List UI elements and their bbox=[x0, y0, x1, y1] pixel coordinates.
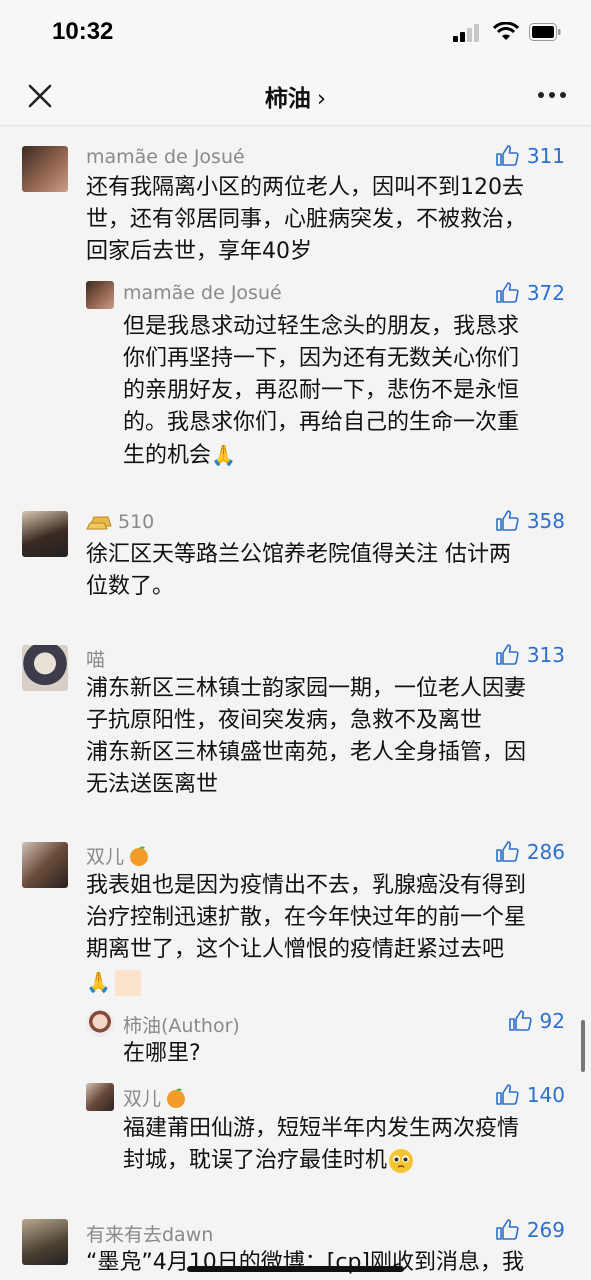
page-title-text: 柿油 bbox=[264, 86, 311, 112]
scrollbar[interactable] bbox=[581, 1020, 585, 1072]
like-button[interactable]: 372 bbox=[495, 281, 565, 305]
comment-line: 徐汇区天等路兰公馆养老院值得关注 估计两 bbox=[86, 542, 511, 567]
like-count: 372 bbox=[526, 281, 565, 305]
comment-line: 封城，耽误了治疗最佳时机 bbox=[123, 1145, 519, 1177]
status-bar: 10:32 bbox=[0, 0, 591, 64]
like-count: 269 bbox=[526, 1218, 565, 1242]
page-title[interactable]: 柿油 › bbox=[0, 79, 591, 113]
comment-line: 的亲朋好友，再忍耐一下，悲伤不是永恒 bbox=[123, 378, 520, 403]
avatar[interactable] bbox=[86, 1009, 114, 1037]
avatar[interactable] bbox=[86, 281, 114, 309]
comment-text: 我表姐也是因为疫情出不去，乳腺癌没有得到 治疗控制迅速扩散，在今年快过年的前一个… bbox=[86, 870, 526, 999]
comment-username-text: 双儿 bbox=[86, 846, 125, 868]
thumb-up-icon bbox=[496, 282, 519, 303]
thumb-up-icon bbox=[496, 644, 519, 665]
thumb-up-icon bbox=[496, 1084, 519, 1105]
comment-line-text: 生的机会 bbox=[123, 443, 212, 468]
reply-text: 但是我恳求动过轻生念头的朋友，我恳求 你们再坚持一下，因为还有无数关心你们 的亲… bbox=[123, 311, 519, 472]
like-button[interactable]: 92 bbox=[508, 1009, 565, 1033]
avatar[interactable] bbox=[22, 1219, 68, 1265]
comment-line: 浦东新区三林镇盛世南苑，老人全身插管，因 bbox=[86, 740, 527, 765]
comment-username-text: 510 bbox=[118, 511, 155, 533]
comment-line: 但是我恳求动过轻生念头的朋友，我恳求 bbox=[123, 314, 520, 339]
thumb-up-icon bbox=[496, 145, 519, 166]
orange-emoji bbox=[130, 846, 149, 866]
like-button[interactable]: 269 bbox=[495, 1218, 565, 1242]
avatar[interactable] bbox=[22, 146, 68, 192]
comment-username[interactable]: mamãe de Josué bbox=[86, 146, 245, 168]
pray-emoji: 🙏 bbox=[86, 970, 111, 994]
comment-text: “墨凫”4月10日的微博：[cp]刚收到消息，我 bbox=[86, 1247, 524, 1279]
thumb-up-icon bbox=[496, 510, 519, 531]
like-count: 311 bbox=[526, 144, 565, 168]
battery-icon bbox=[529, 23, 561, 41]
reply-username[interactable]: mamãe de Josué bbox=[123, 282, 282, 304]
comment-line: 期离世了，这个让人憎恨的疫情赶紧过去吧 bbox=[86, 937, 505, 962]
comment-username[interactable]: 有来有去dawn bbox=[86, 1220, 213, 1247]
like-button[interactable]: 313 bbox=[495, 643, 565, 667]
comment-username[interactable]: 510 bbox=[86, 511, 154, 533]
avatar[interactable] bbox=[86, 1083, 114, 1111]
comment-line: 位数了。 bbox=[86, 574, 175, 599]
like-button[interactable]: 358 bbox=[495, 509, 565, 533]
comment-line: 🙏 bbox=[86, 966, 526, 999]
home-indicator[interactable] bbox=[187, 1266, 404, 1272]
comment-line: 生的机会🙏 bbox=[123, 439, 519, 472]
avatar[interactable] bbox=[22, 842, 68, 888]
like-button[interactable]: 286 bbox=[495, 840, 565, 864]
skin-tone-emoji bbox=[114, 970, 141, 996]
pleading-emoji bbox=[389, 1149, 414, 1173]
comment-username[interactable]: 双儿 bbox=[86, 842, 150, 869]
comment-line: “墨凫”4月10日的微博：[cp]刚收到消息，我 bbox=[86, 1250, 525, 1275]
comment-line: 子抗原阳性，夜间突发病，急救不及离世 bbox=[86, 708, 483, 733]
status-time: 10:32 bbox=[52, 18, 114, 45]
comment-username[interactable]: 喵 bbox=[86, 645, 105, 672]
comment-line-text: 封城，耽误了治疗最佳时机 bbox=[123, 1148, 388, 1173]
signal-icon bbox=[453, 24, 479, 42]
comment-line: 治疗控制迅速扩散，在今年快过年的前一个星 bbox=[86, 905, 527, 930]
comment-line: 福建莆田仙游，短短半年内发生两次疫情 bbox=[123, 1116, 520, 1141]
comment-line: 你们再坚持一下，因为还有无数关心你们 bbox=[123, 346, 520, 371]
comment-line: 在哪里? bbox=[123, 1041, 201, 1066]
thumb-up-icon bbox=[496, 841, 519, 862]
chevron-right-icon: › bbox=[316, 86, 327, 112]
pray-emoji: 🙏 bbox=[211, 443, 236, 467]
gold-bar-icon bbox=[86, 516, 112, 530]
reply-text: 在哪里? bbox=[123, 1038, 201, 1070]
more-icon[interactable] bbox=[537, 90, 567, 100]
like-count: 358 bbox=[526, 509, 565, 533]
avatar[interactable] bbox=[22, 511, 68, 557]
nav-bar: 柿油 › bbox=[0, 64, 591, 126]
thumb-up-icon bbox=[496, 1219, 519, 1240]
like-count: 92 bbox=[539, 1009, 565, 1033]
reply-username-text: 双儿 bbox=[123, 1088, 162, 1110]
reply-username[interactable]: 双儿 bbox=[123, 1084, 187, 1111]
comment-line: 世，还有邻居同事，心脏病突发，不被救治， bbox=[86, 207, 527, 232]
like-button[interactable]: 311 bbox=[495, 144, 565, 168]
comment-text: 徐汇区天等路兰公馆养老院值得关注 估计两 位数了。 bbox=[86, 539, 511, 603]
like-count: 140 bbox=[526, 1083, 565, 1107]
avatar[interactable] bbox=[22, 645, 68, 691]
orange-emoji bbox=[167, 1088, 186, 1108]
comment-line: 浦东新区三林镇士韵家园一期，一位老人因妻 bbox=[86, 676, 527, 701]
like-count: 286 bbox=[526, 840, 565, 864]
comment-text: 浦东新区三林镇士韵家园一期，一位老人因妻 子抗原阳性，夜间突发病，急救不及离世 … bbox=[86, 673, 526, 801]
reply-text: 福建莆田仙游，短短半年内发生两次疫情 封城，耽误了治疗最佳时机 bbox=[123, 1113, 519, 1177]
thumb-up-icon bbox=[508, 1010, 532, 1031]
comment-line: 还有我隔离小区的两位老人，因叫不到120去 bbox=[86, 175, 524, 200]
comment-line: 我表姐也是因为疫情出不去，乳腺癌没有得到 bbox=[86, 873, 527, 898]
reply-username[interactable]: 柿油(Author) bbox=[123, 1011, 240, 1038]
comment-line: 的。我恳求你们，再给自己的生命一次重 bbox=[123, 410, 520, 435]
comment-line: 回家后去世，享年40岁 bbox=[86, 239, 312, 264]
wifi-icon bbox=[493, 22, 519, 40]
comment-line: 无法送医离世 bbox=[86, 772, 219, 797]
comment-text: 还有我隔离小区的两位老人，因叫不到120去 世，还有邻居同事，心脏病突发，不被救… bbox=[86, 172, 526, 268]
like-count: 313 bbox=[526, 643, 565, 667]
like-button[interactable]: 140 bbox=[495, 1083, 565, 1107]
